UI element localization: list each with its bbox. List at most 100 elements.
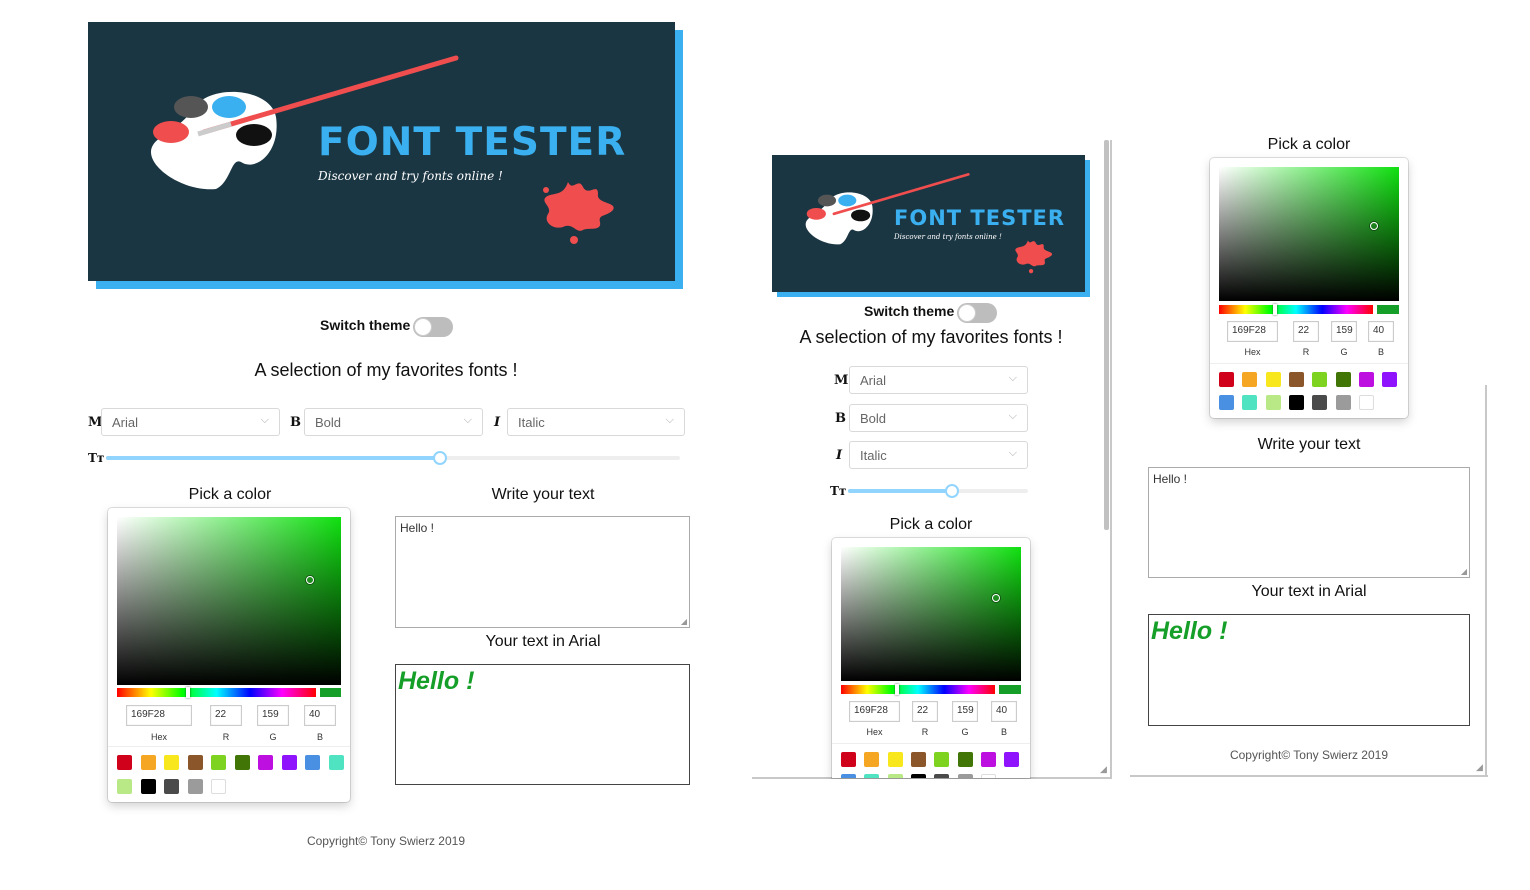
color-swatch[interactable] [1312, 372, 1328, 387]
hue-pointer[interactable] [186, 687, 190, 698]
font-family-select[interactable]: Arial ⌵ [849, 366, 1028, 394]
color-swatch[interactable] [211, 779, 226, 794]
result-preview: Hello ! [395, 664, 690, 785]
color-swatch[interactable] [1265, 372, 1281, 387]
color-swatch[interactable] [1265, 395, 1281, 410]
g-input[interactable]: 159 [257, 705, 289, 726]
color-swatch[interactable] [234, 755, 250, 770]
color-swatch[interactable] [187, 779, 203, 794]
hue-pointer[interactable] [1273, 304, 1277, 315]
slider-handle[interactable] [433, 451, 447, 465]
chevron-down-icon: ⌵ [463, 414, 472, 426]
color-swatch[interactable] [1382, 372, 1398, 387]
color-swatch[interactable] [1288, 395, 1304, 410]
hue-slider[interactable] [117, 687, 316, 698]
slider-handle[interactable] [945, 484, 959, 498]
color-swatch[interactable] [864, 774, 880, 778]
color-swatch[interactable] [957, 752, 973, 767]
saturation-cursor[interactable] [306, 576, 314, 584]
color-swatch[interactable] [841, 752, 856, 767]
hex-input[interactable]: 169F28 [126, 705, 192, 726]
theme-toggle[interactable] [413, 317, 453, 337]
hue-slider[interactable] [1219, 304, 1373, 315]
color-swatch[interactable] [841, 774, 856, 778]
color-swatch[interactable] [164, 779, 179, 794]
saturation-area[interactable] [117, 517, 341, 685]
color-swatch[interactable] [887, 774, 903, 778]
color-swatch[interactable] [1358, 372, 1374, 387]
hex-input[interactable]: 169F28 [849, 701, 900, 722]
r-input[interactable]: 22 [912, 701, 938, 722]
saturation-area[interactable] [841, 547, 1021, 681]
hex-input[interactable]: 169F28 [1227, 321, 1278, 342]
font-style-icon: I [836, 448, 843, 463]
b-input[interactable]: 40 [304, 705, 336, 726]
color-swatch[interactable] [864, 752, 880, 767]
color-swatch[interactable] [117, 779, 132, 794]
color-swatch[interactable] [957, 774, 973, 778]
text-input[interactable]: Hello ! ◢ [395, 516, 690, 628]
color-swatch[interactable] [117, 755, 132, 770]
resize-handle-icon[interactable]: ◢ [1476, 762, 1483, 773]
font-size-slider[interactable] [848, 484, 1028, 498]
font-style-select[interactable]: Italic ⌵ [507, 408, 685, 436]
color-swatch[interactable] [258, 755, 273, 770]
g-input[interactable]: 159 [952, 701, 978, 722]
color-swatch[interactable] [910, 752, 926, 767]
color-swatch[interactable] [1358, 395, 1374, 410]
color-preview [320, 688, 341, 697]
saturation-area[interactable] [1219, 167, 1399, 301]
color-swatch[interactable] [305, 755, 320, 770]
font-weight-select[interactable]: Bold ⌵ [304, 408, 483, 436]
chevron-down-icon: ⌵ [1008, 447, 1017, 459]
color-swatch[interactable] [910, 774, 926, 778]
frame-right [1110, 140, 1112, 780]
color-swatch[interactable] [187, 755, 203, 770]
color-swatch[interactable] [1335, 395, 1351, 410]
color-swatch[interactable] [887, 752, 903, 767]
font-family-icon: M [834, 373, 849, 388]
saturation-cursor[interactable] [992, 594, 1000, 602]
color-swatch[interactable] [1288, 372, 1304, 387]
r-label: R [222, 732, 230, 742]
r-input[interactable]: 22 [1293, 321, 1319, 342]
resize-handle-icon[interactable]: ◢ [681, 617, 687, 626]
b-label: B [1000, 727, 1007, 737]
text-input[interactable]: Hello ! ◢ [1148, 467, 1470, 578]
hex-label: Hex [1244, 347, 1261, 357]
color-swatch[interactable] [934, 774, 950, 778]
color-swatch[interactable] [328, 755, 344, 770]
slider-fill [848, 489, 952, 493]
color-swatch[interactable] [980, 774, 996, 778]
b-input[interactable]: 40 [1368, 321, 1394, 342]
color-swatch[interactable] [1219, 372, 1234, 387]
b-input[interactable]: 40 [991, 701, 1017, 722]
theme-toggle[interactable] [957, 303, 997, 323]
color-swatch[interactable] [1242, 372, 1258, 387]
resize-handle-icon[interactable]: ◢ [1461, 567, 1467, 576]
hue-pointer[interactable] [895, 684, 899, 695]
color-swatch[interactable] [140, 779, 156, 794]
r-input[interactable]: 22 [210, 705, 242, 726]
font-weight-select[interactable]: Bold ⌵ [849, 404, 1028, 432]
color-swatch[interactable] [164, 755, 179, 770]
color-swatch[interactable] [980, 752, 996, 767]
font-size-slider[interactable] [106, 451, 680, 465]
font-style-select[interactable]: Italic ⌵ [849, 441, 1028, 469]
hue-slider[interactable] [841, 684, 995, 695]
g-input[interactable]: 159 [1331, 321, 1357, 342]
color-swatch[interactable] [1004, 752, 1020, 767]
scrollbar[interactable] [1104, 140, 1109, 530]
color-swatch[interactable] [934, 752, 950, 767]
color-swatch[interactable] [1312, 395, 1328, 410]
color-swatch[interactable] [281, 755, 297, 770]
resize-handle-icon[interactable]: ◢ [1100, 764, 1107, 775]
font-family-select[interactable]: Arial ⌵ [101, 408, 280, 436]
color-swatch[interactable] [1335, 372, 1351, 387]
font-weight-icon: B [835, 411, 846, 426]
color-swatch[interactable] [1242, 395, 1258, 410]
color-swatch[interactable] [140, 755, 156, 770]
color-swatch[interactable] [211, 755, 226, 770]
saturation-cursor[interactable] [1370, 222, 1378, 230]
color-swatch[interactable] [1219, 395, 1234, 410]
